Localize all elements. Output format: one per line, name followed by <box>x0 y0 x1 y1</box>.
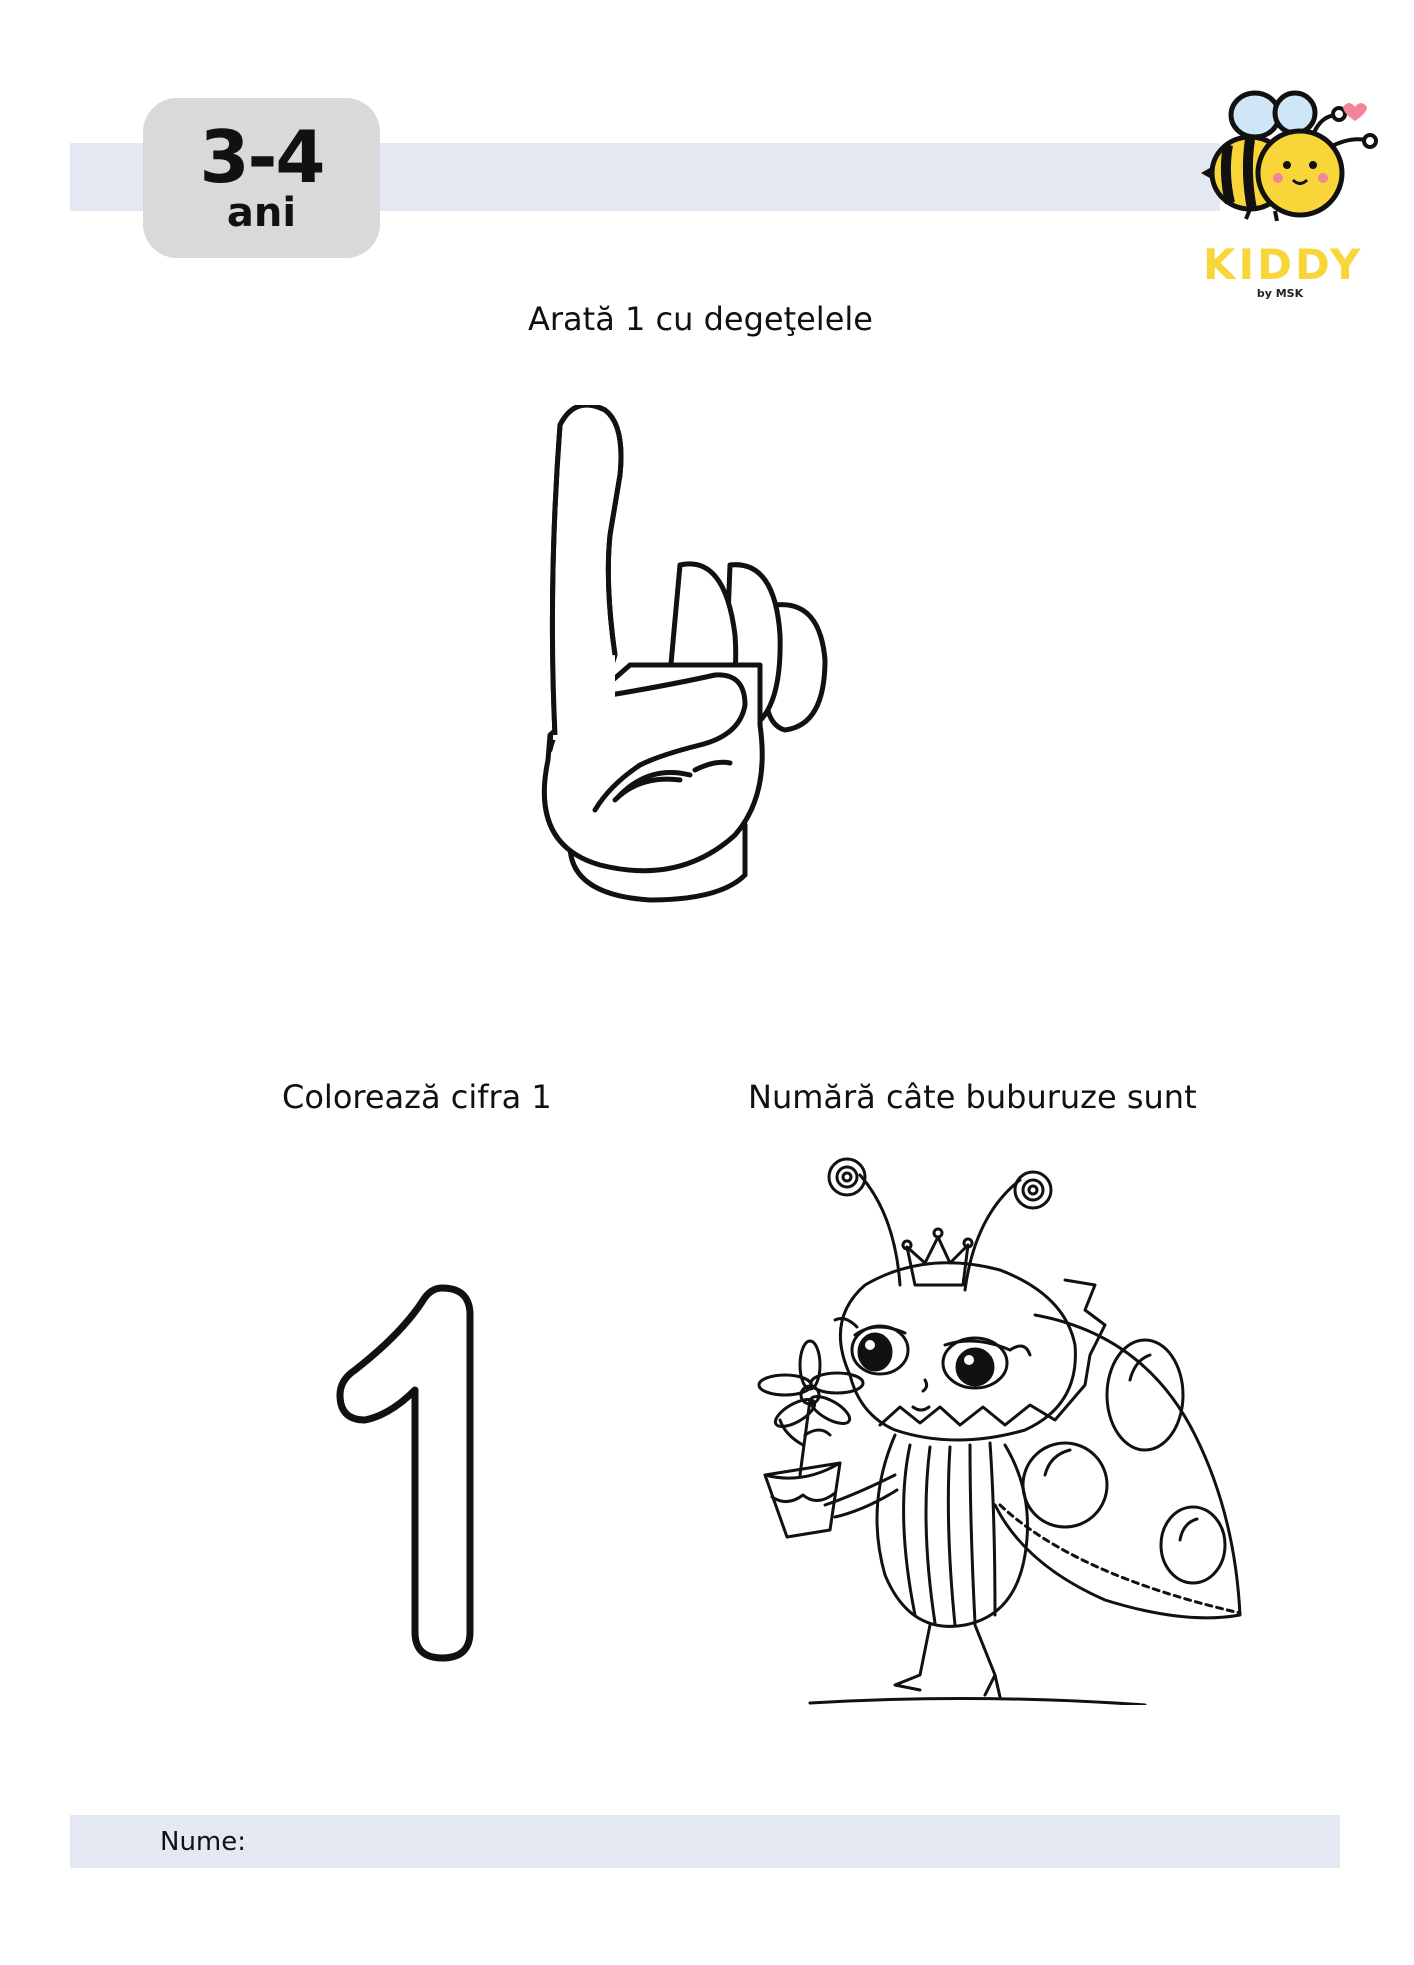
pointing-finger-icon <box>541 405 828 903</box>
age-range: 3-4 <box>199 115 325 199</box>
logo-subtitle: by MSK <box>1256 287 1304 300</box>
age-badge: 3-4 ani <box>143 98 380 258</box>
age-unit: ani <box>226 190 297 236</box>
name-field-band[interactable]: Nume: <box>70 1815 1340 1868</box>
instruction-color-digit: Colorează cifra 1 <box>282 1078 552 1116</box>
logo-name: KIDDY <box>1203 240 1364 289</box>
name-label: Nume: <box>160 1827 247 1857</box>
instruction-show-fingers: Arată 1 cu degeţelele <box>528 300 873 338</box>
digit-one-outline-icon <box>336 1284 474 1662</box>
ladybug-queen-icon <box>757 1157 1242 1705</box>
instruction-count-ladybugs: Numără câte buburuze sunt <box>748 1078 1197 1116</box>
